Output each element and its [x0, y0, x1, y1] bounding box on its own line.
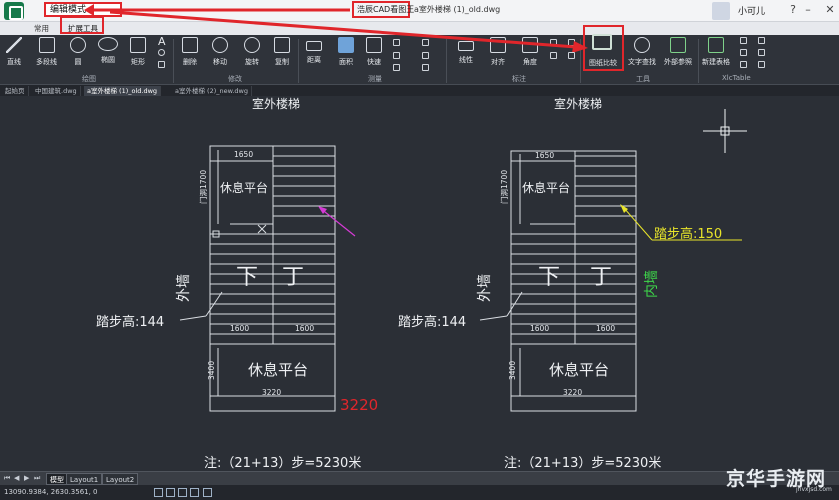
xref-button[interactable]: 外部参照	[664, 37, 692, 67]
snap-icon[interactable]	[154, 488, 163, 497]
user-name[interactable]: 小可儿	[738, 4, 765, 17]
new-dim-1600-b: 1600	[596, 324, 615, 333]
measure-extra-icon[interactable]	[422, 64, 429, 71]
old-landing-top: 休息平台	[220, 180, 268, 195]
old-door-width: 门洞1700	[199, 170, 208, 204]
group-tools-label: 工具	[636, 75, 650, 83]
measure-extra-icon[interactable]	[393, 64, 400, 71]
red-arrow-icon	[110, 10, 588, 52]
first-tab-icon[interactable]: ⏮	[4, 474, 11, 483]
circle-icon	[70, 37, 86, 53]
new-step-height: 踏步高:144	[398, 314, 466, 330]
annotate-extra-icon[interactable]	[568, 52, 575, 59]
new-up-label: 丁	[590, 265, 612, 290]
line-tool-button[interactable]: 直线	[6, 37, 22, 67]
layout-tab-layout2[interactable]: Layout2	[102, 473, 139, 485]
user-avatar[interactable]	[712, 2, 730, 20]
old-note: 注:（21+13）步=5230米	[204, 456, 361, 471]
new-down-label: 下	[538, 265, 560, 290]
new-dim-1650: 1650	[535, 151, 554, 160]
text-search-icon	[634, 37, 650, 53]
cad-viewer-window: 编辑模式 浩辰CAD看图王 a室外楼梯 (1)_old.dwg 小可儿 ? – …	[0, 0, 839, 500]
status-bar: 13090.9384, 2630.3561, 0	[0, 485, 839, 500]
old-up-label: 丁	[282, 265, 304, 290]
xref-icon	[670, 37, 686, 53]
app-logo-icon[interactable]	[4, 2, 24, 20]
table-icon	[708, 37, 724, 53]
polar-icon[interactable]	[190, 488, 199, 497]
doc-tab-old-drawing[interactable]: a室外楼梯 (1)_old.dwg	[84, 86, 162, 96]
new-landing-top: 休息平台	[522, 180, 570, 195]
measure-extra-icon[interactable]	[422, 52, 429, 59]
table-extra-icon[interactable]	[740, 37, 747, 44]
cursor-coordinates: 13090.9384, 2630.3561, 0	[4, 488, 98, 496]
drawing-canvas[interactable]: 室外楼梯 1650 门洞1700 休息平台 下 丁 外墙 踏步高:144 160…	[0, 96, 839, 471]
diff-marker-magenta	[319, 207, 356, 237]
text-find-button[interactable]: 文字查找	[628, 37, 656, 67]
group-draw-label: 绘图	[82, 75, 96, 83]
document-tab-bar: 起始页 中国建筑.dwg a室外楼梯 (1)_old.dwg a室外楼梯 (2)…	[0, 85, 839, 96]
group-annotate-label: 标注	[512, 75, 526, 83]
ortho-icon[interactable]	[178, 488, 187, 497]
new-note: 注:（21+13）步=5230米	[504, 456, 661, 471]
old-down-label: 下	[236, 265, 258, 290]
table-extra-icon[interactable]	[758, 49, 765, 56]
new-landing-bottom: 休息平台	[549, 361, 609, 379]
old-dim-1600-b: 1600	[295, 324, 314, 333]
table-extra-icon[interactable]	[758, 61, 765, 68]
group-xlctable-label: XlcTable	[722, 74, 751, 82]
group-separator	[698, 39, 699, 83]
layout-tab-model[interactable]: 模型	[46, 473, 68, 485]
layout-tab-layout1[interactable]: Layout1	[66, 473, 103, 485]
table-extra-icon[interactable]	[740, 49, 747, 56]
line-icon	[6, 37, 22, 53]
edit-mode-label: 编辑模式	[50, 5, 87, 15]
old-title: 室外楼梯	[252, 96, 300, 111]
old-dim-1650: 1650	[234, 150, 253, 159]
new-dim-3220: 3220	[563, 388, 582, 397]
last-tab-icon[interactable]: ⏭	[34, 474, 41, 483]
osnap-icon[interactable]	[203, 488, 212, 497]
table-extra-icon[interactable]	[740, 61, 747, 68]
new-inner-wall: 内墙	[644, 270, 660, 298]
circle-tool-button[interactable]: 圆	[70, 37, 86, 67]
crosshair-cursor	[703, 109, 747, 153]
doc-tab-new-drawing[interactable]: a室外楼梯 (2)_new.dwg	[172, 86, 252, 96]
old-diff-3220: 3220	[340, 396, 378, 414]
drawing-svg: 室外楼梯 1650 门洞1700 休息平台 下 丁 外墙 踏步高:144 160…	[96, 96, 747, 471]
help-icon[interactable]: ?	[786, 2, 800, 18]
hatch-icon[interactable]	[158, 61, 165, 68]
old-outer-wall: 外墙	[176, 274, 192, 302]
new-step-height-changed: 踏步高:150	[654, 226, 722, 242]
extended-tools-highlight-box	[60, 16, 104, 34]
new-dim-1600-a: 1600	[530, 324, 549, 333]
polyline-icon	[38, 37, 55, 53]
old-dim-3400: 3400	[207, 361, 216, 380]
old-dim-1600-a: 1600	[230, 324, 249, 333]
group-modify-label: 修改	[228, 75, 242, 83]
new-outer-wall: 外墙	[477, 274, 493, 302]
old-dim-3220: 3220	[262, 388, 281, 397]
watermark-url: jhvxjsd.com	[796, 486, 832, 493]
doc-tab-start[interactable]: 起始页	[2, 86, 29, 96]
annotate-extra-icon[interactable]	[550, 52, 557, 59]
close-icon[interactable]: ✕	[823, 2, 837, 18]
layout-tab-bar: ⏮ ◀ ▶ ⏭ 模型 Layout1 Layout2	[0, 471, 839, 485]
group-measure-label: 测量	[368, 75, 382, 83]
new-door-width: 门洞1700	[500, 170, 509, 204]
next-tab-icon[interactable]: ▶	[24, 474, 31, 482]
measure-extra-icon[interactable]	[393, 52, 400, 59]
old-landing-bottom: 休息平台	[248, 361, 308, 379]
doc-tab-china-building[interactable]: 中国建筑.dwg	[32, 86, 81, 96]
prev-tab-icon[interactable]: ◀	[14, 474, 21, 482]
grid-icon[interactable]	[166, 488, 175, 497]
tab-common[interactable]: 常用	[30, 22, 53, 35]
minimize-icon[interactable]: –	[801, 2, 815, 18]
new-title: 室外楼梯	[554, 96, 602, 111]
table-extra-icon[interactable]	[758, 37, 765, 44]
new-table-button[interactable]: 新建表格	[702, 37, 730, 67]
old-step-height: 踏步高:144	[96, 314, 164, 330]
polyline-tool-button[interactable]: 多段线	[36, 37, 57, 67]
new-dim-3400: 3400	[508, 361, 517, 380]
